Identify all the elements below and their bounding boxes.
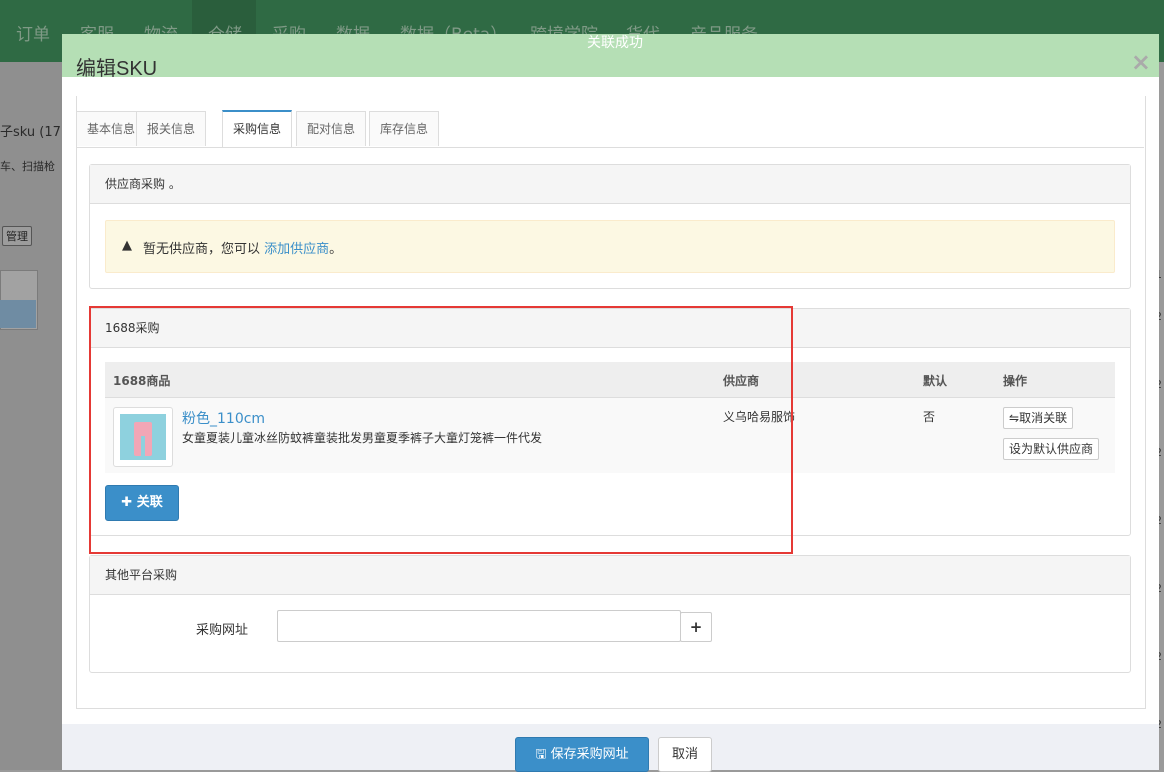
save-button-label: 保存采购网址 xyxy=(550,747,629,762)
product-thumbnail[interactable] xyxy=(113,407,173,467)
background-list-selected xyxy=(0,300,36,328)
column-default: 默认 xyxy=(923,374,948,388)
purchase-url-label: 采购网址 xyxy=(196,623,249,638)
alert-suffix: 。 xyxy=(329,242,343,257)
product-name-link[interactable]: 粉色_110cm xyxy=(182,408,265,428)
background-sku-text: 子sku (17 xyxy=(0,125,61,140)
tab-inventory-info[interactable]: 库存信息 xyxy=(369,111,440,146)
modal-footer: 🖫 保存采购网址 取消 xyxy=(62,724,1159,772)
product-image xyxy=(120,414,166,460)
background-scan-text: 车、扫描枪 xyxy=(0,160,55,173)
alert-message: 暂无供应商，您可以 添加供应商。 xyxy=(143,238,342,257)
column-product: 1688商品 xyxy=(113,374,171,388)
product-description: 女童夏装儿童冰丝防蚊裤童装批发男童夏季裤子大童灯笼裤一件代发 xyxy=(182,431,543,445)
no-supplier-alert: ▲ 暂无供应商，您可以 添加供应商。 xyxy=(105,220,1115,273)
unlink-label: 取消关联 xyxy=(1019,411,1068,425)
toast-message: 关联成功 xyxy=(587,35,643,51)
column-supplier: 供应商 xyxy=(723,374,760,388)
set-default-supplier-button[interactable]: 设为默认供应商 xyxy=(1003,438,1100,460)
edit-sku-modal: 基本信息 报关信息 采购信息 配对信息 库存信息 供应商采购 。 ▲ 暂无供应商… xyxy=(62,77,1159,770)
save-purchase-url-button[interactable]: 🖫 保存采购网址 xyxy=(515,737,649,772)
tabs-divider xyxy=(76,147,1144,148)
plus-icon: + xyxy=(689,618,703,636)
cancel-button[interactable]: 取消 xyxy=(658,737,712,772)
nav-item-orders[interactable]: 订单 xyxy=(16,20,50,45)
link-button[interactable]: ✚ 关联 xyxy=(105,485,179,521)
supplier-name: 义乌哈易服饰 xyxy=(723,410,796,424)
modal-title: 编辑SKU xyxy=(76,58,158,80)
plus-icon: ✚ xyxy=(121,495,137,510)
supplier-panel-title: 供应商采购 。 xyxy=(90,165,1130,204)
purchase-1688-table: 1688商品 供应商 默认 操作 粉色_110cm 女童夏装儿童冰丝防蚊裤童装批… xyxy=(105,362,1115,473)
column-actions: 操作 xyxy=(1003,374,1028,388)
purchase-1688-panel-title: 1688采购 xyxy=(90,309,1130,348)
other-platform-panel-title: 其他平台采购 xyxy=(90,556,1130,595)
unlink-icon: ⇋ xyxy=(1009,411,1020,425)
unlink-button[interactable]: ⇋取消关联 xyxy=(1003,407,1074,429)
table-row: 粉色_110cm 女童夏装儿童冰丝防蚊裤童装批发男童夏季裤子大童灯笼裤一件代发 … xyxy=(105,398,1115,473)
tab-purchase-info[interactable]: 采购信息 xyxy=(222,110,293,147)
link-button-label: 关联 xyxy=(136,495,163,510)
save-icon: 🖫 xyxy=(535,747,551,762)
add-url-button[interactable]: + xyxy=(680,612,712,642)
purchase-1688-panel: 1688采购 1688商品 供应商 默认 操作 粉色_110cm 女童夏装儿童冰… xyxy=(89,308,1131,536)
purchase-url-input[interactable] xyxy=(277,610,681,642)
default-value: 否 xyxy=(923,410,936,424)
close-icon[interactable]: × xyxy=(1131,48,1151,76)
table-header: 1688商品 供应商 默认 操作 xyxy=(105,362,1115,398)
other-platform-panel: 其他平台采购 采购网址 + xyxy=(89,555,1131,673)
add-supplier-link[interactable]: 添加供应商 xyxy=(264,242,329,257)
tab-pairing-info[interactable]: 配对信息 xyxy=(296,111,367,146)
supplier-panel: 供应商采购 。 ▲ 暂无供应商，您可以 添加供应商。 xyxy=(89,164,1131,289)
warning-icon: ▲ xyxy=(122,238,132,253)
alert-text: 暂无供应商，您可以 xyxy=(143,242,261,257)
pants-image-gap xyxy=(141,436,145,456)
tab-customs-info[interactable]: 报关信息 xyxy=(136,111,207,146)
background-manage-button[interactable]: 管理 xyxy=(2,226,32,246)
